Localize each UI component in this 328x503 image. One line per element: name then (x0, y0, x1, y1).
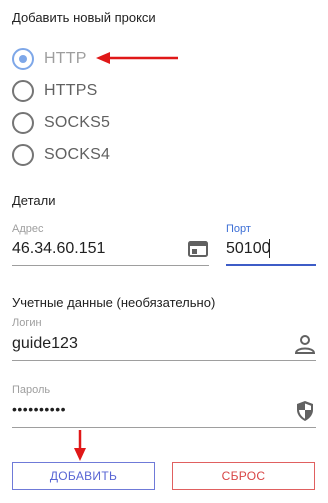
shield-icon[interactable] (295, 400, 315, 422)
annotation-arrow-down-icon (74, 430, 86, 461)
section-title-details: Детали (12, 193, 56, 208)
port-underline (226, 264, 316, 266)
address-underline (12, 265, 209, 266)
add-button[interactable]: ДОБАВИТЬ (12, 462, 155, 490)
section-title-add-proxy: Добавить новый прокси (12, 10, 156, 25)
password-underline (12, 427, 316, 428)
radio-label-socks4: SOCKS4 (44, 146, 111, 163)
radio-http[interactable]: HTTP (12, 46, 87, 72)
card-icon[interactable] (188, 241, 208, 257)
radio-label-socks5: SOCKS5 (44, 114, 111, 131)
radio-button[interactable] (12, 144, 34, 166)
login-underline (12, 360, 316, 361)
person-icon (294, 335, 316, 354)
address-label: Адрес (12, 223, 44, 235)
password-input[interactable]: •••••••••• (12, 401, 66, 417)
radio-button[interactable] (12, 80, 34, 102)
password-label: Пароль (12, 384, 51, 396)
radio-button-checked[interactable] (12, 48, 34, 70)
port-label: Порт (226, 223, 251, 235)
radio-label-http: HTTP (44, 50, 87, 67)
radio-socks5[interactable]: SOCKS5 (12, 110, 110, 136)
radio-https[interactable]: HTTPS (12, 78, 97, 104)
address-input[interactable]: 46.34.60.151 (12, 240, 105, 258)
annotation-arrow-icon (96, 52, 178, 64)
radio-label-https: HTTPS (44, 82, 98, 99)
login-label: Логин (12, 317, 42, 329)
reset-button[interactable]: СБРОС (172, 462, 315, 490)
text-cursor (269, 239, 270, 258)
radio-button[interactable] (12, 112, 34, 134)
radio-socks4[interactable]: SOCKS4 (12, 142, 110, 168)
port-input[interactable]: 50100 (226, 240, 271, 258)
login-input[interactable]: guide123 (12, 335, 78, 353)
section-title-credentials: Учетные данные (необязательно) (12, 295, 216, 310)
